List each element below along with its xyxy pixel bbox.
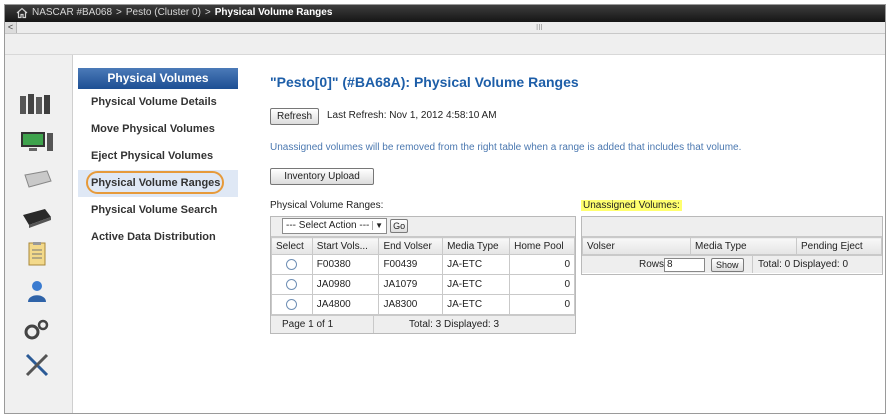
nav-item-label: Move Physical Volumes (91, 123, 215, 135)
ranges-table-panel: --- Select Action --- ▼ Go Select Start V… (270, 216, 576, 334)
table-row[interactable]: F00380 F00439 JA-ETC 0 (271, 254, 575, 275)
row-radio[interactable] (286, 258, 298, 270)
column-header[interactable]: Home Pool (509, 237, 575, 255)
servers-icon[interactable] (17, 92, 57, 116)
home-pool-cell: 0 (509, 274, 575, 295)
rows-label: Rows: (639, 259, 667, 270)
ranges-table: Select Start Vols... End Volser Media Type H… (271, 237, 575, 315)
column-header[interactable]: Volser (581, 237, 692, 255)
unassigned-footer: Rows: 8 Show Total: 0 Displayed: 0 (582, 255, 882, 273)
select-cell (271, 254, 313, 275)
column-header[interactable]: Media Type (442, 237, 511, 255)
nav-header: Physical Volumes (78, 68, 238, 89)
nav-item[interactable]: Physical Volume Ranges (78, 170, 238, 197)
table-row[interactable]: JA4800 JA8300 JA-ETC 0 (271, 294, 575, 315)
rows-input[interactable]: 8 (664, 258, 705, 272)
column-header[interactable]: Select (271, 237, 313, 255)
end-volser-cell: JA8300 (378, 294, 444, 315)
home-pool-cell: 0 (509, 294, 575, 315)
nav-item-label: Physical Volume Ranges (91, 177, 221, 189)
refresh-button[interactable]: Refresh (270, 108, 320, 125)
media-type-cell: JA-ETC (442, 274, 511, 295)
start-volser-cell: F00380 (311, 254, 380, 275)
header-strip (5, 34, 885, 55)
info-text: Unassigned volumes will be removed from … (270, 142, 742, 153)
nav-item[interactable]: Eject Physical Volumes (78, 143, 238, 170)
nav-item-label: Active Data Distribution (91, 231, 216, 243)
nav-item[interactable]: Active Data Distribution (78, 224, 238, 251)
column-header[interactable]: Start Vols... (311, 237, 380, 255)
row-radio[interactable] (286, 298, 298, 310)
icon-sidebar (5, 55, 73, 413)
last-refresh-text: Last Refresh: Nov 1, 2012 4:58:10 AM (327, 110, 497, 121)
column-header[interactable]: Media Type (690, 237, 797, 255)
end-volser-cell: JA1079 (378, 274, 444, 295)
breadcrumb-current: Physical Volume Ranges (214, 7, 333, 18)
table-row[interactable]: JA0980 JA1079 JA-ETC 0 (271, 274, 575, 295)
chevron-down-icon: ▼ (372, 221, 384, 231)
gears-icon[interactable] (17, 317, 57, 341)
home-pool-cell: 0 (509, 254, 575, 275)
go-button[interactable]: Go (390, 219, 409, 234)
select-action-value: --- Select Action --- (286, 220, 370, 232)
nav-item-label: Eject Physical Volumes (91, 150, 214, 162)
inventory-upload-button[interactable]: Inventory Upload (270, 168, 374, 185)
show-button[interactable]: Show (711, 258, 744, 272)
breadcrumb: NASCAR #BA068 > Pesto (Cluster 0) > Physical… (32, 7, 332, 18)
drive-icon[interactable] (17, 167, 57, 191)
monitor-icon[interactable] (17, 129, 57, 153)
page-title: "Pesto[0]" (#BA68A): Physical Volume Ran… (270, 74, 579, 90)
breadcrumb-separator: > (116, 7, 122, 18)
ranges-toolbar: --- Select Action --- ▼ Go (271, 217, 575, 237)
nav-item[interactable]: Move Physical Volumes (78, 116, 238, 143)
start-volser-cell: JA4800 (311, 294, 380, 315)
nav-item-label: Physical Volume Search (91, 204, 218, 216)
user-icon[interactable] (17, 279, 57, 303)
horizontal-scrollbar[interactable]: < III (5, 22, 885, 34)
footer-divider (752, 256, 753, 273)
breadcrumb-separator: > (204, 7, 211, 18)
select-action-dropdown[interactable]: --- Select Action --- ▼ (282, 218, 388, 235)
ranges-label: Physical Volume Ranges: (270, 200, 384, 211)
scroll-left-icon[interactable]: < (5, 22, 17, 33)
page-indicator: Page 1 of 1 (282, 319, 334, 330)
nav-item[interactable]: Physical Volume Details (78, 89, 238, 116)
unassigned-total: Total: 0 Displayed: 0 (758, 259, 849, 270)
footer-divider (373, 316, 374, 333)
tools-icon[interactable] (17, 353, 57, 377)
nav-item-label: Physical Volume Details (91, 96, 217, 108)
breadcrumb-item[interactable]: NASCAR #BA068 (32, 7, 112, 18)
tape-drive-icon[interactable] (17, 205, 57, 229)
unassigned-table-panel: Volser Media Type Pending Eject Rows: 8 Sh… (581, 216, 883, 275)
breadcrumb-item[interactable]: Pesto (Cluster 0) (126, 7, 201, 18)
media-type-cell: JA-ETC (442, 294, 511, 315)
app-window: NASCAR #BA068 > Pesto (Cluster 0) > Physical… (4, 4, 886, 414)
home-icon[interactable] (16, 7, 28, 19)
select-cell (271, 294, 313, 315)
column-header[interactable]: End Volser (378, 237, 444, 255)
unassigned-label: Unassigned Volumes: (581, 200, 682, 211)
ranges-footer: Page 1 of 1 Total: 3 Displayed: 3 (271, 315, 575, 333)
end-volser-cell: F00439 (378, 254, 444, 275)
start-volser-cell: JA0980 (311, 274, 380, 295)
row-radio[interactable] (286, 278, 298, 290)
clipboard-icon[interactable] (17, 242, 57, 266)
select-cell (271, 274, 313, 295)
breadcrumb-bar: NASCAR #BA068 > Pesto (Cluster 0) > Physical… (5, 5, 885, 22)
unassigned-toolbar (582, 217, 882, 237)
ranges-total: Total: 3 Displayed: 3 (409, 319, 500, 330)
nav-item[interactable]: Physical Volume Search (78, 197, 238, 224)
physical-volumes-nav: Physical Volumes Physical Volume Details… (78, 68, 238, 251)
unassigned-table: Volser Media Type Pending Eject (581, 237, 882, 255)
scroll-grip-icon[interactable]: III (536, 23, 543, 32)
media-type-cell: JA-ETC (442, 254, 511, 275)
column-header[interactable]: Pending Eject (796, 237, 882, 255)
